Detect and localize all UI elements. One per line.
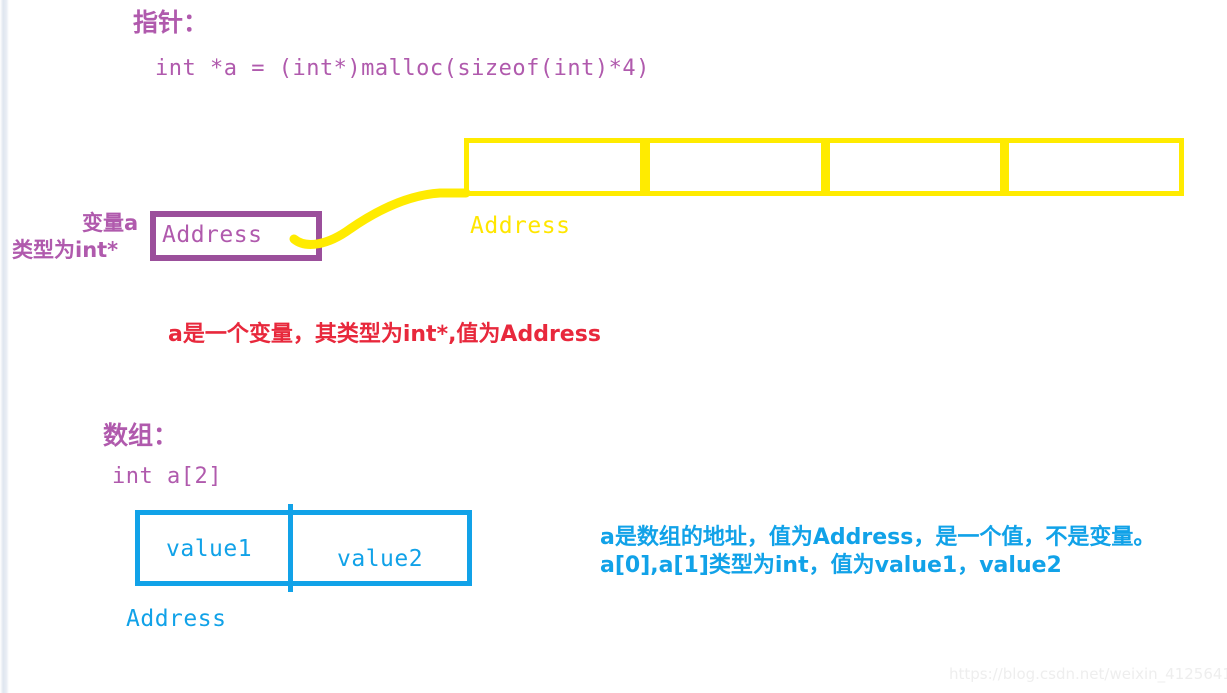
array-section-heading: 数组： [103,421,179,450]
heap-block-0 [464,138,645,196]
pointer-variable-name-label: 变量a [82,211,139,235]
array-explanation-note-line-1: a是数组的地址，值为Address，是一个值，不是变量。 [600,525,1156,550]
array-cell-0-value: value1 [166,536,253,562]
array-cell-divider [288,504,293,592]
pointer-section-heading: 指针： [133,8,209,37]
array-code-line: int a[2] [112,464,222,489]
pointer-variable-type-label: 类型为int* [12,238,119,262]
pointer-to-heap-arrow [289,188,471,249]
scan-edge-stripe [0,0,9,693]
array-cell-1-value: value2 [337,546,424,572]
watermark: https://blog.csdn.net/weixin_41256413 [949,665,1227,683]
heap-block-3 [1004,138,1184,196]
pointer-code-line: int *a = (int*)malloc(sizeof(int)*4) [155,56,650,81]
heap-block-2 [825,138,1005,196]
pointer-explanation-note: a是一个变量，其类型为int*,值为Address [168,322,601,347]
heap-block-1 [645,138,826,196]
array-address-label: Address [126,606,227,632]
pointer-variable-value: Address [162,222,263,248]
array-explanation-note-line-2: a[0],a[1]类型为int，值为value1，value2 [600,553,1062,578]
diagram-canvas: 指针： int *a = (int*)malloc(sizeof(int)*4)… [0,0,1227,693]
